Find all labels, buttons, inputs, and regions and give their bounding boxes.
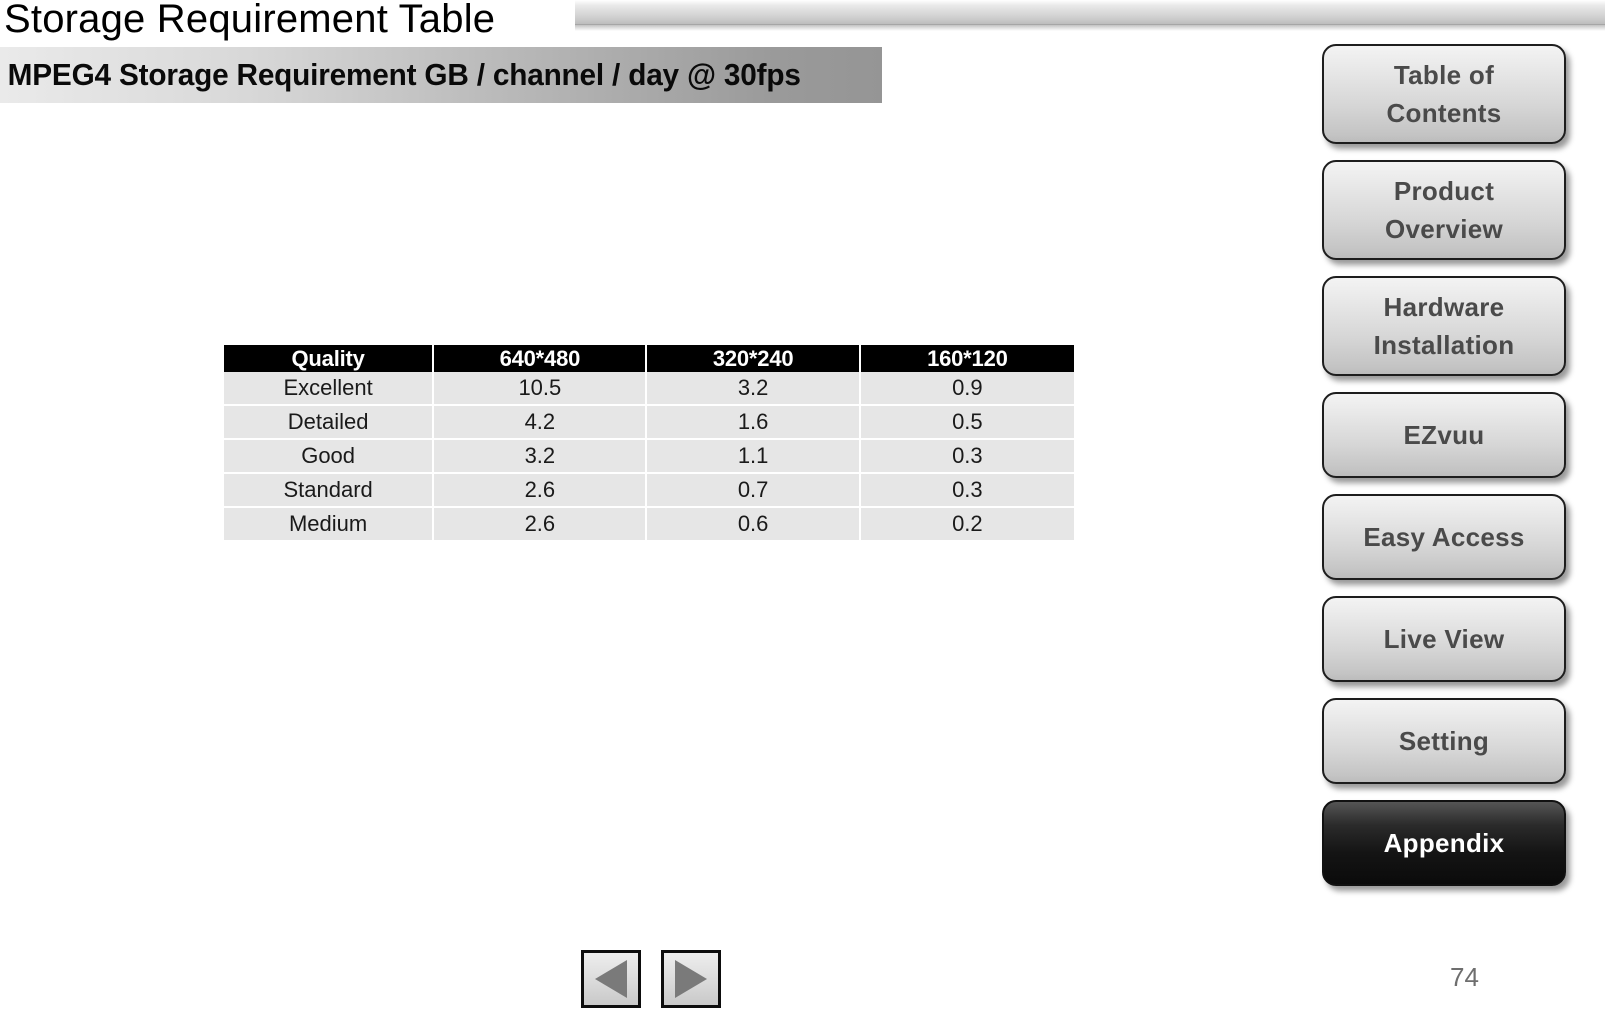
table-cell-320x240: 0.6	[647, 508, 861, 540]
table-row: Good 3.2 1.1 0.3	[224, 440, 1074, 474]
subtitle-text: MPEG4 Storage Requirement GB / channel /…	[7, 57, 801, 92]
nav-button-product-overview[interactable]: Product Overview	[1322, 160, 1566, 260]
nav-button-setting[interactable]: Setting	[1322, 698, 1566, 784]
page-title: Storage Requirement Table	[4, 0, 496, 41]
table-cell-160x120: 0.3	[860, 474, 1074, 508]
header-accent-bar-shadow	[575, 25, 1605, 31]
nav-button-label: Product Overview	[1384, 176, 1504, 244]
table-row: Medium 2.6 0.6 0.2	[224, 508, 1074, 540]
nav-button-label: EZvuu	[1403, 420, 1485, 450]
table-cell-320x240: 0.7	[647, 474, 861, 508]
triangle-left-icon	[595, 960, 627, 998]
table-row: Detailed 4.2 1.6 0.5	[224, 406, 1074, 440]
next-slide-button[interactable]	[661, 950, 721, 1008]
table-cell-640x480: 2.6	[434, 508, 648, 540]
table-cell-640x480: 10.5	[434, 372, 648, 406]
table-cell-640x480: 3.2	[434, 440, 648, 474]
table-cell-quality: Good	[224, 440, 435, 474]
nav-button-appendix[interactable]: Appendix	[1322, 800, 1566, 886]
table-row: Excellent 10.5 3.2 0.9	[224, 372, 1074, 406]
triangle-right-icon	[675, 960, 707, 998]
storage-requirement-table: Quality 640*480 320*240 160*120 Excellen…	[224, 345, 1074, 540]
table-cell-320x240: 3.2	[647, 372, 861, 406]
nav-button-live-view[interactable]: Live View	[1322, 596, 1566, 682]
table-header-row: Quality 640*480 320*240 160*120	[224, 345, 1074, 372]
table-header-cell: Quality	[224, 345, 435, 372]
table-header-cell: 640*480	[434, 345, 648, 372]
table-cell-160x120: 0.5	[860, 406, 1074, 440]
table-cell-160x120: 0.3	[860, 440, 1074, 474]
nav-button-label: Table of Contents	[1386, 60, 1502, 128]
table-cell-quality: Medium	[224, 508, 435, 540]
header-accent-bar	[575, 0, 1605, 25]
nav-button-hardware-installation[interactable]: Hardware Installation	[1322, 276, 1566, 376]
nav-button-label: Easy Access	[1363, 522, 1525, 552]
nav-button-ezvuu[interactable]: EZvuu	[1322, 392, 1566, 478]
table-cell-160x120: 0.9	[860, 372, 1074, 406]
table-header-cell: 320*240	[647, 345, 861, 372]
side-navigation: Table of Contents Product Overview Hardw…	[1322, 44, 1570, 902]
previous-slide-button[interactable]	[581, 950, 641, 1008]
nav-button-table-of-contents[interactable]: Table of Contents	[1322, 44, 1566, 144]
table-cell-160x120: 0.2	[860, 508, 1074, 540]
page-number: 74	[1450, 962, 1479, 992]
table-header-cell: 160*120	[860, 345, 1074, 372]
nav-button-label: Live View	[1383, 624, 1505, 654]
table-cell-320x240: 1.1	[647, 440, 861, 474]
table-cell-quality: Standard	[224, 474, 435, 508]
table-row: Standard 2.6 0.7 0.3	[224, 474, 1074, 508]
table-cell-640x480: 4.2	[434, 406, 648, 440]
nav-button-label: Setting	[1398, 726, 1490, 756]
nav-button-easy-access[interactable]: Easy Access	[1322, 494, 1566, 580]
nav-button-label: Appendix	[1383, 828, 1505, 858]
table-cell-quality: Detailed	[224, 406, 435, 440]
table-cell-320x240: 1.6	[647, 406, 861, 440]
table-cell-quality: Excellent	[224, 372, 435, 406]
subtitle-banner: MPEG4 Storage Requirement GB / channel /…	[0, 47, 882, 103]
nav-button-label: Hardware Installation	[1373, 292, 1515, 360]
slide-navigation-arrows	[581, 950, 721, 1008]
table-cell-640x480: 2.6	[434, 474, 648, 508]
